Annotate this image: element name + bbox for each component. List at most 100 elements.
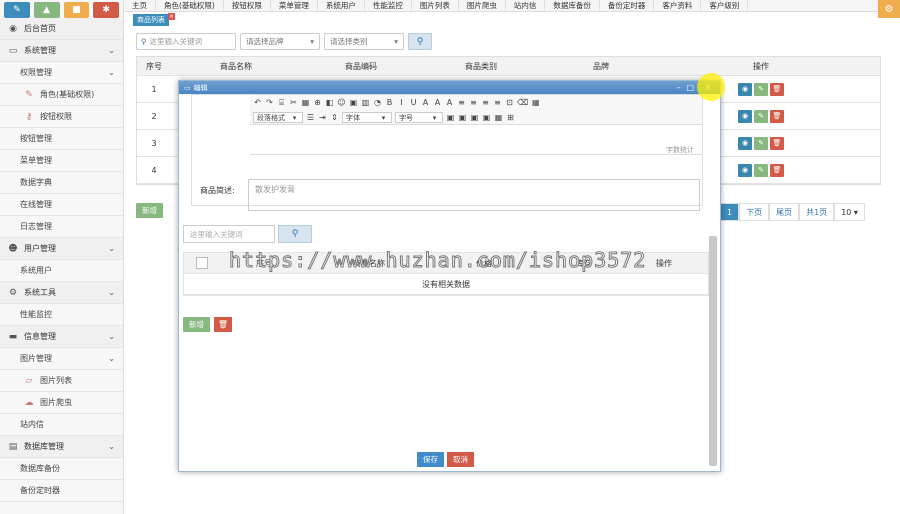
tab-item[interactable]: 图片列表 xyxy=(412,0,459,11)
tab-item[interactable]: 角色(基础权限) xyxy=(156,0,224,11)
folder-icon[interactable]: ■ xyxy=(63,2,90,18)
image-icon[interactable]: ▣ xyxy=(470,113,479,122)
eye-icon[interactable]: ◉ xyxy=(738,136,752,150)
sidebar-item[interactable]: ⚷ 按钮权限 xyxy=(0,106,123,128)
sidebar-item[interactable]: 菜单管理 xyxy=(0,150,123,172)
sidebar-item[interactable]: 备份定时器 xyxy=(0,480,123,502)
search-input[interactable]: ⚲ 这里输入关键词 xyxy=(136,33,236,50)
sidebar-item[interactable]: 日志管理 xyxy=(0,216,123,238)
settings-icon[interactable]: ✱ xyxy=(93,2,119,18)
tab-item[interactable]: 客户资料 xyxy=(654,0,702,11)
search-button[interactable]: ⚲ xyxy=(408,33,432,50)
toolbar-button-icon[interactable]: ≡ xyxy=(493,98,502,107)
tab-product-list[interactable]: 商品列表 × xyxy=(133,13,175,26)
maximize-icon[interactable]: □ xyxy=(686,83,694,92)
toolbar-button-icon[interactable]: ≡ xyxy=(469,98,478,107)
category-select[interactable]: 请选择类别 ▾ xyxy=(324,33,404,50)
edit-icon[interactable]: ✎ xyxy=(754,163,768,177)
eye-icon[interactable]: ◉ xyxy=(738,163,752,177)
toolbar-button-icon[interactable]: ◧ xyxy=(325,98,334,107)
toolbar-button-icon[interactable]: B xyxy=(385,98,394,107)
tab-item[interactable]: 按钮权限 xyxy=(224,0,271,11)
tab-item[interactable]: 数据库备份 xyxy=(545,0,600,11)
editor-body[interactable] xyxy=(250,125,702,155)
toolbar-button-icon[interactable]: A xyxy=(421,98,430,107)
modal-scrollbar[interactable] xyxy=(709,236,717,466)
sidebar-item[interactable]: ☻ 用户管理 ⌄ xyxy=(0,238,123,260)
tab-item[interactable]: 客户级别 xyxy=(701,0,749,11)
toolbar-button-icon[interactable]: A xyxy=(433,98,442,107)
settings-gear-icon[interactable]: ⚙ xyxy=(878,0,900,18)
chart-icon[interactable]: ▲ xyxy=(33,2,60,18)
image-icon[interactable]: ▣ xyxy=(458,113,467,122)
toolbar-button-icon[interactable]: ≡ xyxy=(481,98,490,107)
eye-icon[interactable]: ◉ xyxy=(738,82,752,96)
toolbar-button-icon[interactable]: ✂ xyxy=(289,98,298,107)
toolbar-button-icon[interactable]: ⊡ xyxy=(505,98,514,107)
toolbar-button-icon[interactable]: ▥ xyxy=(361,98,370,107)
modal-add-button[interactable]: 新增 xyxy=(183,317,210,332)
tab-item[interactable]: 站内信 xyxy=(506,0,546,11)
toolbar-button-icon[interactable]: A xyxy=(445,98,454,107)
edit-icon[interactable]: ✎ xyxy=(754,136,768,150)
tab-item[interactable]: 菜单管理 xyxy=(271,0,318,11)
modal-search-button[interactable]: ⚲ xyxy=(278,225,312,243)
image-icon[interactable]: ▣ xyxy=(482,113,491,122)
map-icon[interactable]: ⊞ xyxy=(506,113,515,122)
line-spacing-icon[interactable]: ☰ xyxy=(306,113,315,122)
sidebar-item[interactable]: 站内信 xyxy=(0,414,123,436)
paragraph-format-select[interactable]: 段落格式 ▾ xyxy=(253,112,303,123)
pager-item[interactable]: 尾页 xyxy=(769,203,800,221)
tab-item[interactable]: 主页 xyxy=(124,0,156,11)
sidebar-item[interactable]: 系统用户 xyxy=(0,260,123,282)
pager-item[interactable]: 10 ▾ xyxy=(834,203,865,221)
sidebar-item[interactable]: 数据库备份 xyxy=(0,458,123,480)
sidebar-item[interactable]: ☁ 图片爬虫 xyxy=(0,392,123,414)
edit-icon[interactable]: ✎ xyxy=(754,109,768,123)
toolbar-button-icon[interactable]: ☺ xyxy=(337,98,346,107)
cancel-button[interactable]: 取消 xyxy=(447,452,474,467)
sidebar-item[interactable]: 按钮管理 xyxy=(0,128,123,150)
toolbar-button-icon[interactable]: ↷ xyxy=(265,98,274,107)
sidebar-item[interactable]: ▭ 系统管理 ⌄ xyxy=(0,40,123,62)
toolbar-button-icon[interactable]: ⌸ xyxy=(277,98,286,108)
toolbar-button-icon[interactable]: ⌫ xyxy=(517,98,528,107)
close-icon[interactable]: × xyxy=(168,13,175,20)
select-all-checkbox[interactable] xyxy=(196,257,208,269)
sidebar-item[interactable]: 数据字典 xyxy=(0,172,123,194)
tab-item[interactable]: 系统用户 xyxy=(318,0,365,11)
sidebar-item[interactable]: 图片管理 ⌄ xyxy=(0,348,123,370)
toolbar-button-icon[interactable]: U xyxy=(409,98,418,107)
trash-icon[interactable]: 🗑 xyxy=(770,136,784,150)
toolbar-button-icon[interactable]: ≡ xyxy=(457,98,466,107)
indent-icon[interactable]: ⇥ xyxy=(318,113,327,122)
image-icon[interactable]: ▣ xyxy=(446,113,455,122)
toolbar-button-icon[interactable]: ⊕ xyxy=(313,98,322,107)
trash-icon[interactable]: 🗑 xyxy=(214,317,232,332)
edit-icon[interactable]: ✎ xyxy=(754,82,768,96)
modal-search-input[interactable]: 这里输入关键词 xyxy=(183,225,275,243)
toolbar-button-icon[interactable]: ▣ xyxy=(349,98,358,107)
add-button[interactable]: 新增 xyxy=(136,203,163,218)
pager-item[interactable]: 下页 xyxy=(739,203,770,221)
font-size-select[interactable]: 字号 ▾ xyxy=(395,112,443,123)
save-button[interactable]: 保存 xyxy=(417,452,444,467)
toolbar-button-icon[interactable]: ↶ xyxy=(253,98,262,107)
trash-icon[interactable]: 🗑 xyxy=(770,109,784,123)
trash-icon[interactable]: 🗑 xyxy=(770,82,784,96)
sidebar-item[interactable]: ▬ 信息管理 ⌄ xyxy=(0,326,123,348)
sidebar-item[interactable]: 权限管理 ⌄ xyxy=(0,62,123,84)
sidebar-item[interactable]: 在线管理 xyxy=(0,194,123,216)
toolbar-button-icon[interactable]: ▦ xyxy=(301,98,310,107)
pager-item[interactable]: 1 xyxy=(720,203,740,221)
spacing-icon[interactable]: ⇕ xyxy=(330,113,339,122)
pager-item[interactable]: 共1页 xyxy=(799,203,835,221)
tab-item[interactable]: 性能监控 xyxy=(365,0,412,11)
trash-icon[interactable]: 🗑 xyxy=(770,163,784,177)
sidebar-item[interactable]: ▤ 数据库管理 ⌄ xyxy=(0,436,123,458)
sidebar-item[interactable]: ⚙ 系统工具 ⌄ xyxy=(0,282,123,304)
sidebar-item[interactable]: 性能监控 xyxy=(0,304,123,326)
brand-select[interactable]: 请选择品牌 ▾ xyxy=(240,33,320,50)
toolbar-button-icon[interactable]: ◔ xyxy=(373,98,382,107)
font-select[interactable]: 字体 ▾ xyxy=(342,112,392,123)
